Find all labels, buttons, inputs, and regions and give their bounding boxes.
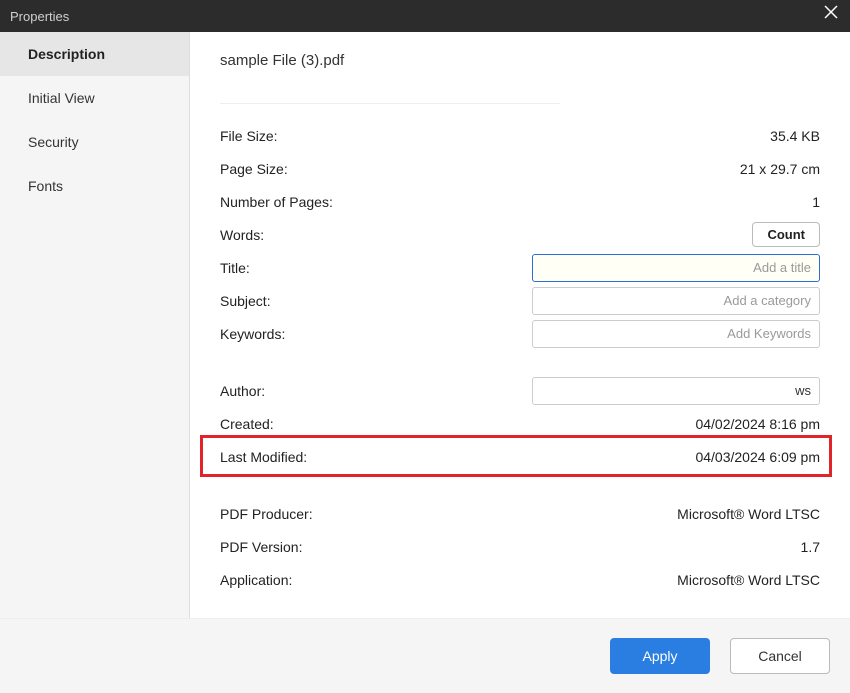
content-panel: sample File (3).pdf File Size: 35.4 KB P… xyxy=(190,32,850,618)
keywords-label: Keywords: xyxy=(220,326,285,342)
file-name: sample File (3).pdf xyxy=(220,50,820,75)
tab-fonts[interactable]: Fonts xyxy=(0,164,189,208)
application-value: Microsoft® Word LTSC xyxy=(677,572,820,588)
author-label: Author: xyxy=(220,383,265,399)
pages-label: Number of Pages: xyxy=(220,194,333,210)
page-size-label: Page Size: xyxy=(220,161,288,177)
row-created: Created: 04/02/2024 8:16 pm xyxy=(220,407,820,440)
file-size-value: 35.4 KB xyxy=(770,128,820,144)
subject-label: Subject: xyxy=(220,293,271,309)
subject-input[interactable] xyxy=(532,287,820,315)
created-label: Created: xyxy=(220,416,274,432)
title-label: Title: xyxy=(220,260,250,276)
producer-value: Microsoft® Word LTSC xyxy=(677,506,820,522)
author-input[interactable] xyxy=(532,377,820,405)
close-icon[interactable] xyxy=(824,5,838,23)
version-value: 1.7 xyxy=(801,539,820,555)
words-label: Words: xyxy=(220,227,264,243)
row-file-size: File Size: 35.4 KB xyxy=(220,119,820,152)
row-page-size: Page Size: 21 x 29.7 cm xyxy=(220,152,820,185)
tab-security[interactable]: Security xyxy=(0,120,189,164)
row-keywords: Keywords: xyxy=(220,317,820,350)
row-pdf-producer: PDF Producer: Microsoft® Word LTSC xyxy=(220,497,820,530)
file-size-label: File Size: xyxy=(220,128,278,144)
row-author: Author: xyxy=(220,374,820,407)
dialog-body: Description Initial View Security Fonts … xyxy=(0,32,850,618)
tab-label: Initial View xyxy=(28,90,95,106)
titlebar: Properties xyxy=(0,0,850,32)
row-pages: Number of Pages: 1 xyxy=(220,185,820,218)
title-input[interactable] xyxy=(532,254,820,282)
row-application: Application: Microsoft® Word LTSC xyxy=(220,563,820,596)
spacer xyxy=(220,473,820,497)
tab-label: Fonts xyxy=(28,178,63,194)
created-value: 04/02/2024 8:16 pm xyxy=(695,416,820,432)
row-pdf-version: PDF Version: 1.7 xyxy=(220,530,820,563)
tab-description[interactable]: Description xyxy=(0,32,189,76)
tab-label: Description xyxy=(28,46,105,62)
sidebar: Description Initial View Security Fonts xyxy=(0,32,190,618)
page-size-value: 21 x 29.7 cm xyxy=(740,161,820,177)
file-name-area xyxy=(220,75,560,103)
tab-initial-view[interactable]: Initial View xyxy=(0,76,189,120)
cancel-button[interactable]: Cancel xyxy=(730,638,830,674)
row-words: Words: Count xyxy=(220,218,820,251)
footer: Apply Cancel xyxy=(0,618,850,693)
apply-button[interactable]: Apply xyxy=(610,638,710,674)
last-modified-label: Last Modified: xyxy=(220,449,307,465)
version-label: PDF Version: xyxy=(220,539,302,555)
window-title: Properties xyxy=(10,9,69,24)
last-modified-value: 04/03/2024 6:09 pm xyxy=(695,449,820,465)
keywords-input[interactable] xyxy=(532,320,820,348)
count-button[interactable]: Count xyxy=(752,222,820,247)
application-label: Application: xyxy=(220,572,292,588)
tab-label: Security xyxy=(28,134,79,150)
spacer xyxy=(220,350,820,374)
row-last-modified: Last Modified: 04/03/2024 6:09 pm xyxy=(220,440,820,473)
pages-value: 1 xyxy=(812,194,820,210)
producer-label: PDF Producer: xyxy=(220,506,313,522)
row-subject: Subject: xyxy=(220,284,820,317)
row-title: Title: xyxy=(220,251,820,284)
